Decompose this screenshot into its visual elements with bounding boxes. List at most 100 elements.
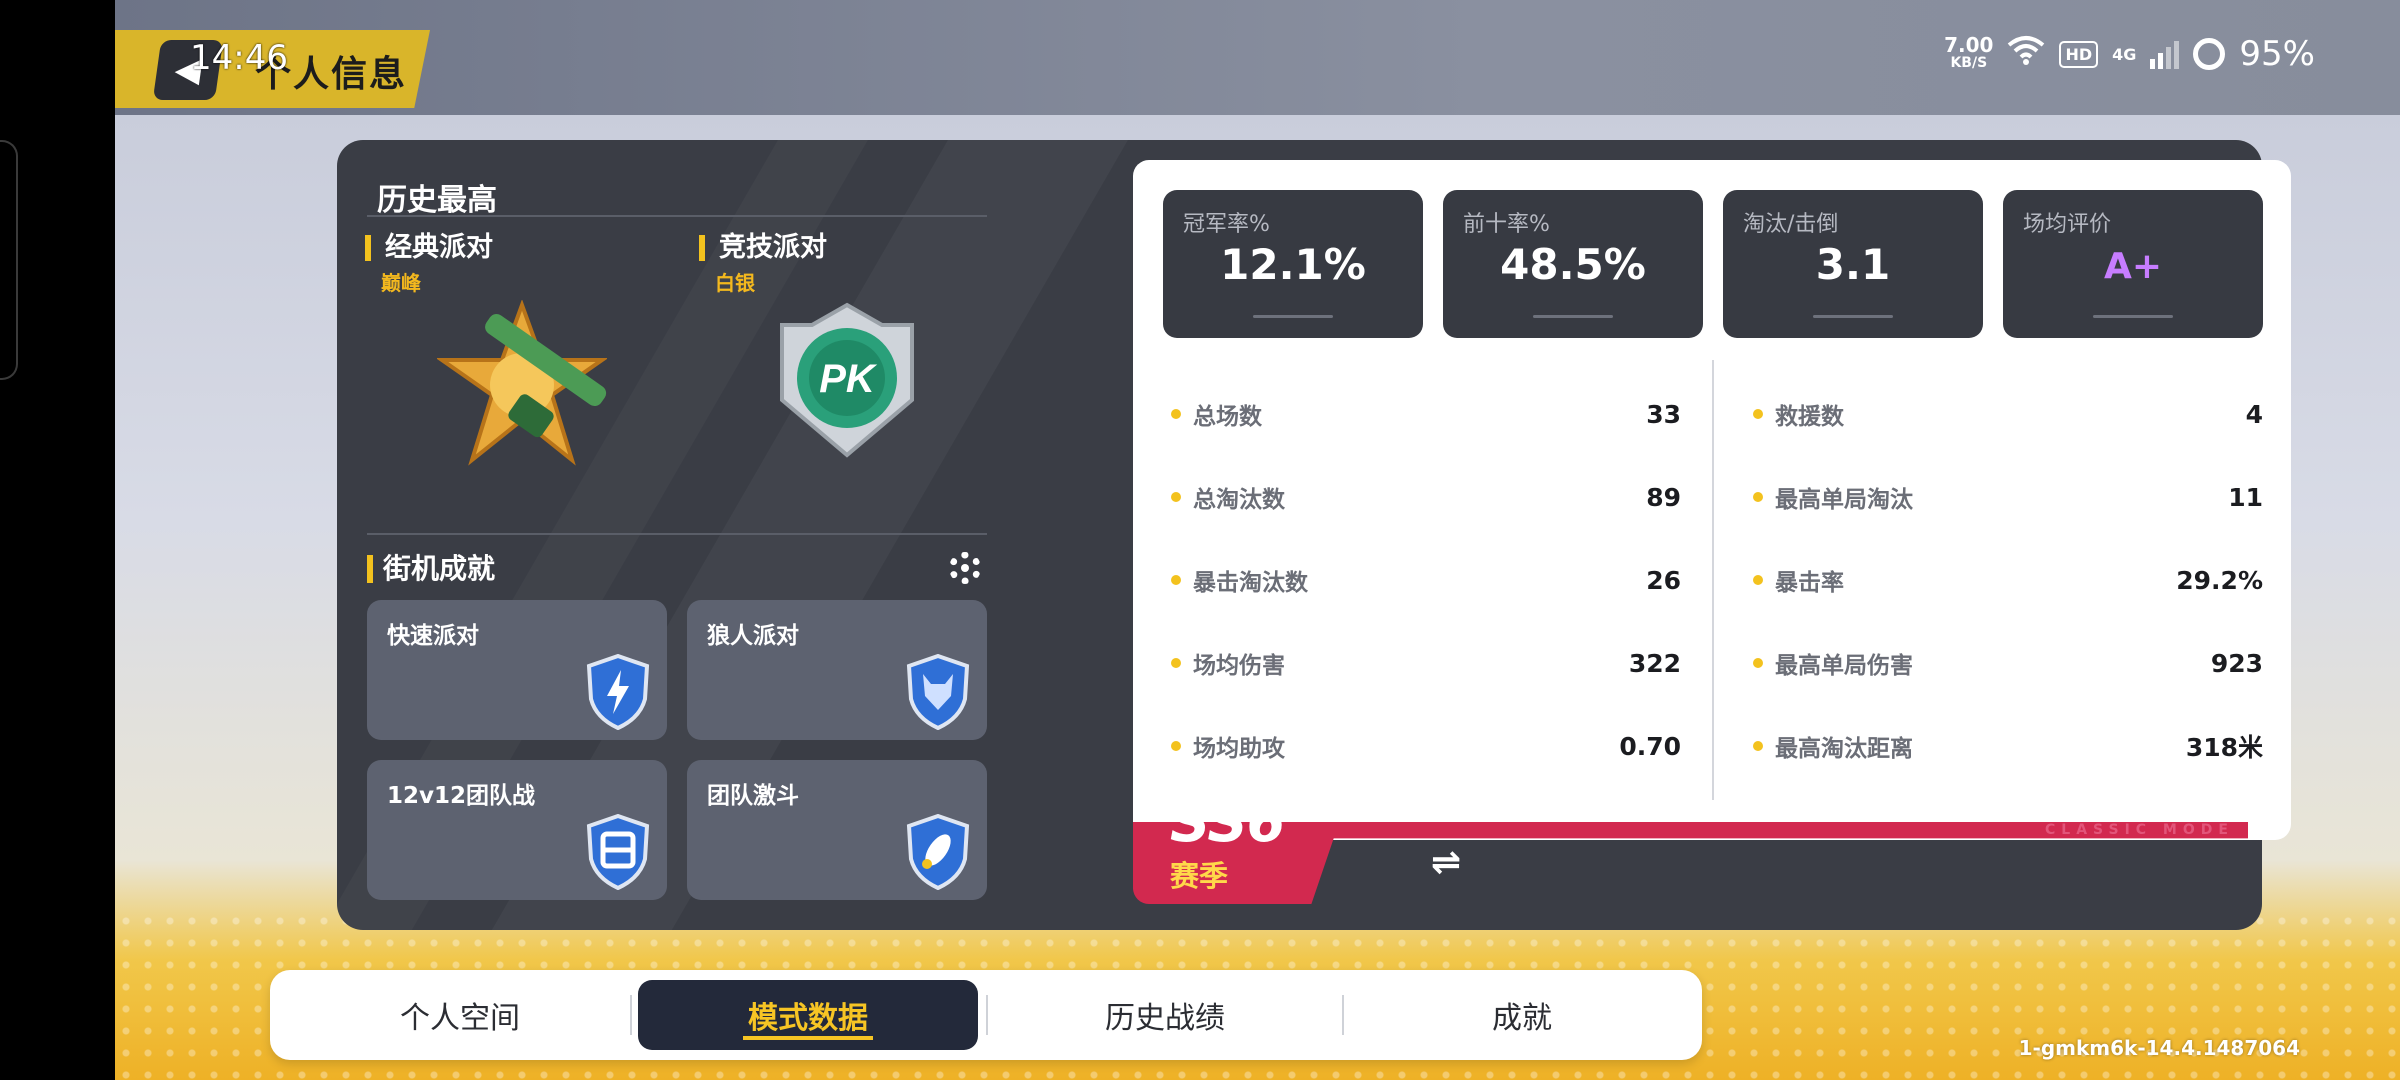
- season-label: 赛季: [1170, 859, 1229, 893]
- stat-row: 最高单局淘汰 11: [1753, 477, 2263, 517]
- season-watermark: CLASSIC MODE: [2045, 822, 2234, 838]
- stat-value: 89: [1646, 482, 1681, 512]
- arcade-title: 街机成就: [367, 555, 495, 583]
- battery-level: 95%: [2239, 34, 2315, 74]
- stat-key: 救援数: [1775, 404, 1844, 430]
- device-left-bezel: [0, 0, 115, 1080]
- arcade-card-team-fight[interactable]: 团队激斗: [687, 760, 987, 900]
- rocket-shield-icon: [906, 814, 970, 890]
- stat-row: 总场数 33: [1171, 394, 1681, 434]
- stat-key: 暴击率: [1775, 570, 1844, 596]
- battery-icon: [2193, 38, 2226, 70]
- bullet-icon: [1753, 658, 1763, 668]
- stat-value: 11: [2228, 482, 2263, 512]
- stat-row: 暴击淘汰数 26: [1171, 560, 1681, 600]
- bottom-nav: 个人空间 模式数据 历史战绩 成就: [270, 970, 1702, 1060]
- ranked-mode-label: 竞技派对: [699, 234, 827, 261]
- stat-key: 场均伤害: [1193, 653, 1285, 679]
- swap-season-icon[interactable]: ⇌: [1431, 842, 1461, 883]
- summary-grade: 场均评价 A+: [2003, 190, 2263, 338]
- net-speed-unit: KB/S: [1950, 55, 1988, 71]
- arcade-card-12v12[interactable]: 12v12团队战: [367, 760, 667, 900]
- stat-key: 场均助攻: [1193, 736, 1285, 762]
- stats-card: 冠军率% 12.1% 前十率% 48.5% 淘汰/击倒 3.1 场均评价 A+ …: [1133, 160, 2291, 840]
- side-edge-indicator: [0, 140, 18, 380]
- arcade-card-label: 狼人派对: [707, 623, 799, 649]
- arcade-card-label: 12v12团队战: [387, 783, 536, 809]
- stat-key: 最高单局淘汰: [1775, 487, 1913, 513]
- stat-value: 4: [2245, 399, 2263, 429]
- stat-row: 场均助攻 0.70: [1171, 726, 1681, 766]
- status-time: 14:46: [190, 38, 288, 78]
- signal-icon: [2150, 39, 2180, 69]
- stat-value: 0.70: [1619, 731, 1681, 761]
- stat-value: 322: [1628, 648, 1681, 678]
- stat-key: 最高单局伤害: [1775, 653, 1913, 679]
- bullet-icon: [1171, 741, 1181, 751]
- season-code: SS6: [1170, 790, 1286, 855]
- stat-value: 318米: [2185, 733, 2263, 762]
- summary-key: 前十率%: [1463, 212, 1550, 237]
- arcade-card-werewolf[interactable]: 狼人派对: [687, 600, 987, 740]
- arcade-card-label: 快速派对: [387, 623, 479, 649]
- wifi-icon: [2007, 35, 2045, 73]
- classic-mode-rank: 巅峰: [381, 271, 421, 295]
- pk-badge-text: PK: [819, 357, 878, 401]
- nav-separator: [986, 995, 988, 1035]
- summary-underline: [1253, 315, 1333, 318]
- stat-value: 33: [1646, 399, 1681, 429]
- summary-underline: [1813, 315, 1893, 318]
- tab-achievements[interactable]: 成就: [1352, 980, 1692, 1050]
- network-type: 4G: [2112, 44, 2137, 64]
- divider: [367, 215, 987, 217]
- column-divider: [1712, 360, 1714, 800]
- classic-mode-label: 经典派对: [365, 234, 493, 261]
- tab-mode-data[interactable]: 模式数据: [638, 980, 978, 1050]
- stat-key: 总淘汰数: [1193, 487, 1285, 513]
- tab-history-record[interactable]: 历史战绩: [995, 980, 1335, 1050]
- summary-value: 48.5%: [1500, 240, 1646, 289]
- stat-value: 923: [2210, 648, 2263, 678]
- team-shield-icon: [586, 814, 650, 890]
- net-speed: 7.00 KB/S: [1944, 35, 1993, 72]
- stat-value: 26: [1646, 565, 1681, 595]
- bullet-icon: [1171, 575, 1181, 585]
- silver-pk-badge-icon[interactable]: PK: [772, 300, 922, 460]
- bullet-icon: [1171, 658, 1181, 668]
- bullet-icon: [1753, 575, 1763, 585]
- stat-row: 暴击率 29.2%: [1753, 560, 2263, 600]
- summary-key: 淘汰/击倒: [1743, 212, 1839, 237]
- tab-personal-space[interactable]: 个人空间: [290, 980, 630, 1050]
- bullet-icon: [1171, 409, 1181, 419]
- divider: [367, 533, 987, 535]
- nav-separator: [1342, 995, 1344, 1035]
- peak-star-badge-icon[interactable]: [435, 299, 609, 470]
- summary-top10-rate: 前十率% 48.5%: [1443, 190, 1703, 338]
- stat-row: 总淘汰数 89: [1171, 477, 1681, 517]
- stat-key: 最高淘汰距离: [1775, 736, 1913, 762]
- stat-key: 暴击淘汰数: [1193, 570, 1308, 596]
- summary-value: A+: [2103, 246, 2163, 287]
- stat-value: 29.2%: [2176, 565, 2263, 595]
- nav-separator: [630, 995, 632, 1035]
- stat-row: 最高单局伤害 923: [1753, 643, 2263, 683]
- status-bar: 7.00 KB/S HD 4G 95%: [1944, 34, 2315, 74]
- bullet-icon: [1753, 741, 1763, 751]
- bullet-icon: [1171, 492, 1181, 502]
- arcade-card-label: 团队激斗: [707, 783, 799, 809]
- summary-key: 冠军率%: [1183, 212, 1270, 237]
- summary-value: 12.1%: [1220, 240, 1366, 289]
- summary-underline: [1533, 315, 1613, 318]
- summary-value: 3.1: [1815, 240, 1891, 289]
- stat-key: 总场数: [1193, 404, 1262, 430]
- bullet-icon: [1753, 492, 1763, 502]
- game-screen: ◀ 个人信息 14:46 7.00 KB/S HD 4G 95% 历史最高 经典…: [115, 0, 2400, 1080]
- stat-row: 救援数 4: [1753, 394, 2263, 434]
- summary-underline: [2093, 315, 2173, 318]
- stat-row: 最高淘汰距离 318米: [1753, 726, 2263, 766]
- gear-icon[interactable]: [949, 552, 981, 584]
- history-title: 历史最高: [377, 183, 497, 218]
- arcade-card-quick[interactable]: 快速派对: [367, 600, 667, 740]
- lightning-shield-icon: [586, 654, 650, 730]
- summary-kd: 淘汰/击倒 3.1: [1723, 190, 1983, 338]
